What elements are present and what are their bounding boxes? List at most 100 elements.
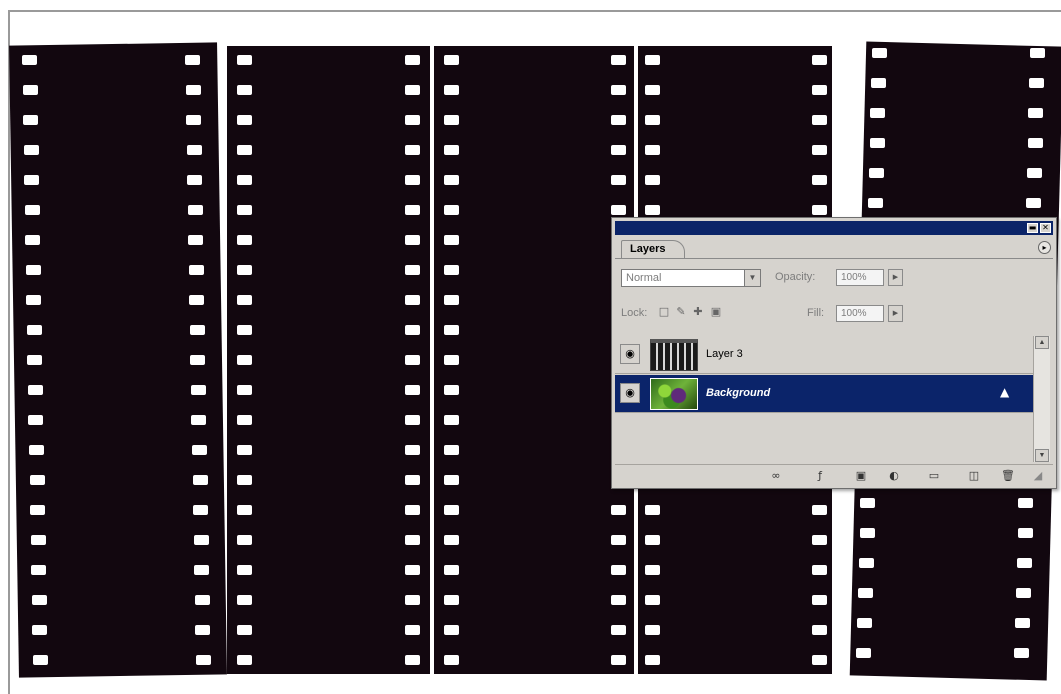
sprocket-hole: [857, 618, 873, 628]
group-icon[interactable]: ▭: [926, 468, 942, 484]
sprocket-hole: [194, 565, 210, 575]
sprocket-hole: [611, 565, 626, 575]
sprocket-hole: [25, 265, 41, 275]
link-icon[interactable]: ∞: [768, 468, 784, 484]
lock-paint-icon[interactable]: ✎: [675, 306, 687, 318]
sprocket-hole: [611, 115, 626, 125]
film-strip-3: [434, 46, 634, 674]
sprocket-hole: [812, 115, 827, 125]
sprocket-hole: [444, 625, 459, 635]
blend-row: Normal ▼ Opacity: 100% ▶: [615, 266, 1053, 290]
sprocket-hole: [1015, 618, 1031, 628]
opacity-arrow-icon[interactable]: ▶: [888, 269, 903, 286]
lock-move-icon[interactable]: ✚: [692, 306, 704, 318]
sprocket-hole: [237, 415, 252, 425]
sprocket-hole: [237, 385, 252, 395]
sprocket-hole: [194, 595, 210, 605]
panel-title-bar[interactable]: ▬ ✕: [615, 221, 1053, 235]
panel-bottom-bar: ∞ ƒ ▣ ◐ ▭ ◫ 🗑 ◢: [615, 464, 1053, 487]
minimize-icon[interactable]: ▬: [1027, 223, 1038, 233]
sprocket-hole: [405, 475, 420, 485]
sprocket-hole: [812, 535, 827, 545]
layers-panel[interactable]: ▬ ✕ Layers ▸ Normal ▼ Opacity: 100% ▶ Lo…: [611, 217, 1057, 489]
scroll-down-icon[interactable]: ▼: [1035, 449, 1049, 462]
sprocket-hole: [405, 385, 420, 395]
sprocket-hole: [27, 355, 43, 365]
sprocket-hole: [237, 325, 252, 335]
layer-row-layer-3[interactable]: ◉ Layer 3: [615, 336, 1033, 374]
panel-menu-icon[interactable]: ▸: [1038, 241, 1051, 254]
sprocket-hole: [405, 85, 420, 95]
mask-icon[interactable]: ▣: [853, 468, 869, 484]
trash-icon[interactable]: 🗑: [1000, 468, 1016, 484]
blend-mode-select[interactable]: Normal ▼: [621, 269, 761, 287]
lock-all-icon[interactable]: ▣: [710, 306, 722, 318]
sprocket-hole: [195, 625, 211, 635]
sprocket-hole: [189, 325, 205, 335]
fill-field[interactable]: 100%: [836, 305, 884, 322]
fill-arrow-icon[interactable]: ▶: [888, 305, 903, 322]
sprocket-hole: [27, 385, 43, 395]
sprocket-hole: [870, 108, 886, 118]
sprocket-hole: [444, 475, 459, 485]
scroll-up-icon[interactable]: ▲: [1035, 336, 1049, 349]
sprocket-hole: [611, 175, 626, 185]
sprocket-hole: [1014, 648, 1030, 658]
sprocket-hole: [859, 528, 875, 538]
sprocket-hole: [444, 265, 459, 275]
sprocket-hole: [444, 445, 459, 455]
sprocket-hole: [444, 55, 459, 65]
sprocket-hole: [237, 445, 252, 455]
sprocket-hole: [1018, 498, 1034, 508]
sprocket-hole: [195, 655, 211, 665]
adjustment-icon[interactable]: ◐: [886, 468, 902, 484]
tab-layers[interactable]: Layers: [621, 240, 685, 258]
sprocket-hole: [444, 205, 459, 215]
sprocket-hole: [405, 625, 420, 635]
sprocket-hole: [405, 565, 420, 575]
sprocket-hole: [405, 535, 420, 545]
sprocket-hole: [25, 235, 41, 245]
new-layer-icon[interactable]: ◫: [966, 468, 982, 484]
sprocket-hole: [812, 655, 827, 665]
close-icon[interactable]: ✕: [1040, 223, 1051, 233]
sprocket-hole: [645, 115, 660, 125]
sprocket-hole: [26, 295, 42, 305]
fill-label: Fill:: [807, 307, 825, 319]
sprocket-hole: [1030, 48, 1045, 58]
sprocket-hole: [24, 175, 40, 185]
resize-grip-icon[interactable]: ◢: [1030, 468, 1046, 484]
lock-transparent-icon[interactable]: □: [658, 306, 670, 318]
sprocket-hole: [405, 445, 420, 455]
sprocket-hole: [444, 355, 459, 365]
sprocket-hole: [237, 205, 252, 215]
visibility-eye-icon[interactable]: ◉: [620, 344, 640, 364]
layer-list-scrollbar[interactable]: ▲ ▼: [1033, 336, 1050, 462]
sprocket-hole: [185, 85, 201, 95]
sprocket-hole: [611, 55, 626, 65]
opacity-label: Opacity:: [775, 271, 816, 283]
sprocket-hole: [444, 235, 459, 245]
sprocket-hole: [444, 415, 459, 425]
visibility-eye-icon[interactable]: ◉: [620, 383, 640, 403]
tab-row: Layers ▸: [615, 238, 1053, 259]
sprocket-hole: [190, 385, 206, 395]
layer-row-background[interactable]: ◉ Background ▲: [615, 375, 1033, 413]
chevron-down-icon[interactable]: ▼: [744, 270, 760, 286]
sprocket-hole: [1027, 138, 1043, 148]
sprocket-hole: [611, 145, 626, 155]
layer-thumbnail: [650, 339, 698, 371]
layer-style-icon[interactable]: ƒ: [812, 468, 828, 484]
sprocket-hole: [237, 355, 252, 365]
lock-label: Lock:: [621, 307, 648, 319]
sprocket-hole: [237, 295, 252, 305]
sprocket-hole: [23, 145, 39, 155]
sprocket-hole: [1028, 108, 1044, 118]
sprocket-hole: [237, 565, 252, 575]
sprocket-hole: [190, 355, 206, 365]
sprocket-hole: [444, 505, 459, 515]
opacity-field[interactable]: 100%: [836, 269, 884, 286]
sprocket-hole: [405, 175, 420, 185]
sprocket-hole: [237, 535, 252, 545]
sprocket-hole: [237, 115, 252, 125]
